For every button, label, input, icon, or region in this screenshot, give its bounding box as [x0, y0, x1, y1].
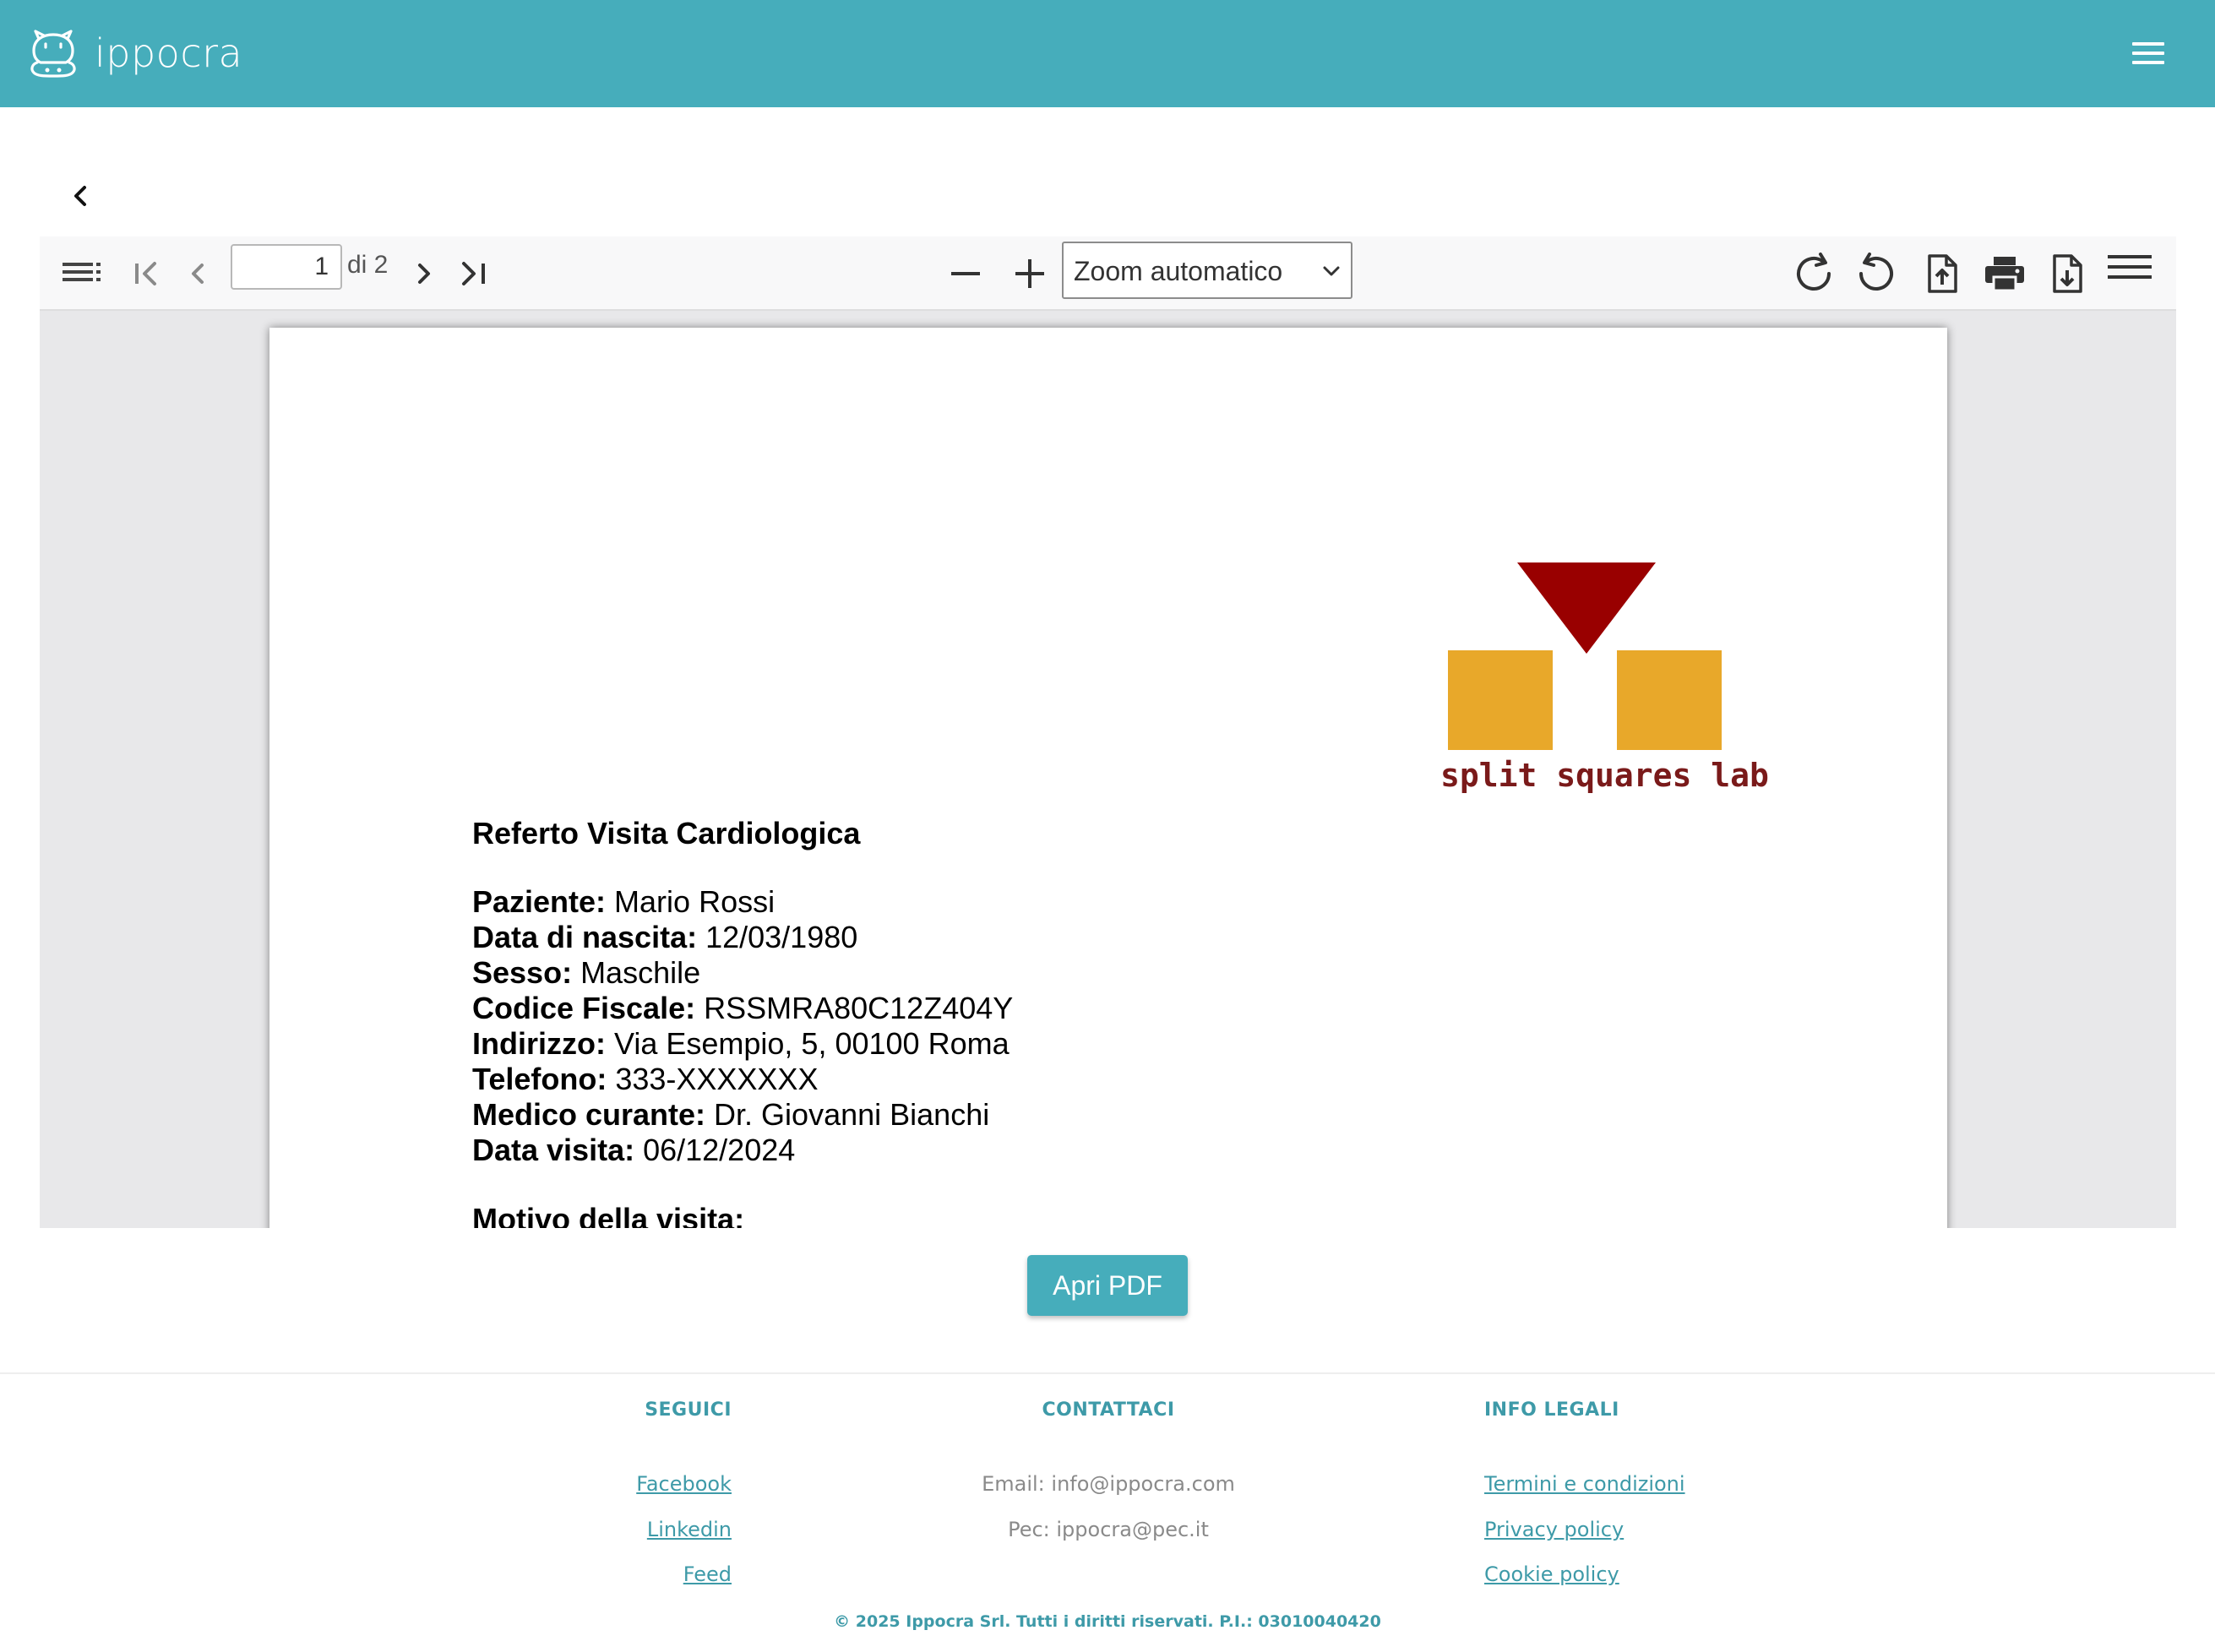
report-title: Referto Visita Cardiologica — [472, 816, 861, 850]
print-icon — [1985, 257, 2024, 292]
previous-page-button[interactable] — [175, 250, 222, 297]
next-page-button[interactable] — [400, 250, 447, 297]
print-button[interactable] — [1981, 250, 2028, 297]
tools-menu-button[interactable] — [2106, 245, 2153, 292]
pdf-page-area[interactable]: split squares lab Referto Visita Cardiol… — [40, 312, 2176, 1228]
hamburger-icon-bar — [2132, 52, 2164, 55]
field-address: Indirizzo: Via Esempio, 5, 00100 Roma — [472, 1026, 1010, 1061]
back-chevron-icon[interactable] — [68, 179, 95, 213]
plus-icon — [1015, 259, 1044, 288]
first-page-icon — [135, 262, 156, 285]
rotate-clockwise-icon — [1797, 253, 1831, 291]
rotate-counterclockwise-icon — [1859, 253, 1893, 291]
main-menu-button[interactable] — [2132, 42, 2164, 64]
footer-link-linkedin[interactable]: Linkedin — [478, 1518, 732, 1541]
open-pdf-button[interactable]: Apri PDF — [1027, 1255, 1188, 1316]
logo-wordmark: split squares lab — [1440, 757, 1769, 794]
rotate-clockwise-button[interactable] — [1790, 250, 1837, 297]
footer-link-facebook[interactable]: Facebook — [478, 1472, 732, 1496]
tools-menu-icon — [2108, 255, 2152, 279]
page-number-input[interactable] — [231, 244, 342, 290]
chevron-down-icon — [1323, 266, 1340, 276]
field-sex: Sesso: Maschile — [472, 955, 701, 990]
brand-name: ippocra — [95, 30, 243, 76]
section-visit-reason: Motivo della visita: — [472, 1202, 745, 1228]
page-total-label: di 2 — [347, 251, 389, 279]
field-tax-code: Codice Fiscale: RSSMRA80C12Z404Y — [472, 991, 1014, 1025]
last-page-icon — [462, 262, 485, 285]
report-body: Referto Visita Cardiologica Paziente: Ma… — [472, 816, 1013, 1228]
open-file-button[interactable] — [1918, 250, 1966, 297]
footer-link-feed[interactable]: Feed — [478, 1562, 732, 1586]
hamburger-icon-bar — [2132, 61, 2164, 64]
download-icon — [2053, 254, 2082, 293]
footer-pec: Pec: ippocra@pec.it — [1008, 1518, 1209, 1541]
hamburger-icon-bar — [2132, 42, 2164, 46]
field-doctor: Medico curante: Dr. Giovanni Bianchi — [472, 1097, 990, 1132]
footer-link-terms[interactable]: Termini e condizioni — [1484, 1472, 1685, 1496]
footer: SEGUICI CONTATTACI INFO LEGALI Facebook … — [0, 1372, 2215, 1652]
previous-page-icon — [192, 264, 204, 284]
download-button[interactable] — [2044, 250, 2091, 297]
footer-email: Email: info@ippocra.com — [982, 1472, 1235, 1496]
field-visit-date: Data visita: 06/12/2024 — [472, 1133, 796, 1167]
footer-link-privacy[interactable]: Privacy policy — [1484, 1518, 1624, 1541]
zoom-select[interactable]: Zoom automatico — [1062, 242, 1352, 299]
pdf-page: split squares lab Referto Visita Cardiol… — [269, 328, 1947, 1228]
footer-heading-contact: CONTATTACI — [1042, 1399, 1175, 1421]
last-page-button[interactable] — [450, 250, 498, 297]
first-page-button[interactable] — [122, 250, 170, 297]
brand-logo[interactable]: ippocra — [25, 25, 242, 81]
copyright-notice: © 2025 Ippocra Srl. Tutti i diritti rise… — [834, 1612, 1381, 1631]
sidebar-toggle-button[interactable] — [58, 250, 106, 297]
field-birth-date: Data di nascita: 12/03/1980 — [472, 920, 858, 954]
open-file-icon — [1928, 254, 1957, 293]
pdf-viewer: di 2 Zoom automatico — [40, 236, 2176, 1228]
next-page-icon — [418, 264, 430, 284]
zoom-out-button[interactable] — [942, 250, 989, 297]
footer-link-cookie[interactable]: Cookie policy — [1484, 1562, 1619, 1586]
footer-heading-follow: SEGUICI — [645, 1399, 732, 1421]
top-bar: ippocra — [0, 0, 2215, 107]
zoom-select-value: Zoom automatico — [1074, 256, 1283, 286]
hippo-logo-icon — [30, 30, 76, 78]
field-patient: Paziente: Mario Rossi — [472, 884, 776, 919]
pdf-toolbar: di 2 Zoom automatico — [40, 236, 2176, 311]
field-phone: Telefono: 333-XXXXXXX — [472, 1062, 819, 1096]
sidebar-toggle-icon — [63, 263, 101, 281]
zoom-in-button[interactable] — [1006, 250, 1053, 297]
minus-icon — [951, 272, 980, 275]
rotate-counterclockwise-button[interactable] — [1853, 250, 1900, 297]
footer-heading-legal: INFO LEGALI — [1484, 1399, 1619, 1421]
